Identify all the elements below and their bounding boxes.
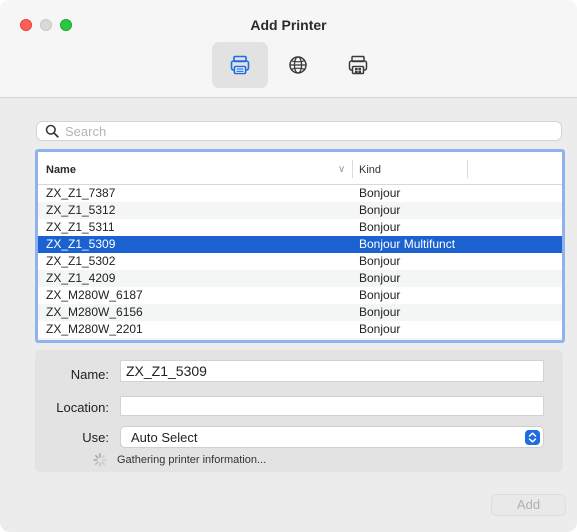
printer-name: ZX_M280W_6187 <box>46 288 143 302</box>
column-divider[interactable] <box>467 160 468 178</box>
printer-name: ZX_M280W_6156 <box>46 305 143 319</box>
printer-row[interactable]: ZX_Z1_4209 Bonjour <box>38 270 562 287</box>
search-icon <box>45 124 59 138</box>
printer-name: ZX_Z1_5309 <box>46 237 116 251</box>
printer-row[interactable]: ZX_Z1_5311 Bonjour <box>38 219 562 236</box>
location-label: Location: <box>56 400 109 415</box>
search-field[interactable] <box>36 121 562 141</box>
column-divider[interactable] <box>352 160 353 178</box>
ip-globe-icon <box>289 56 307 74</box>
default-printers-tab[interactable] <box>212 42 268 88</box>
column-header-name[interactable]: Name <box>46 164 76 176</box>
name-label: Name: <box>70 367 109 382</box>
printer-row[interactable]: ZX_Z1_5312 Bonjour <box>38 202 562 219</box>
printer-row[interactable]: ZX_Z1_7387 Bonjour <box>38 185 562 202</box>
printer-kind: Bonjour <box>359 322 401 336</box>
printer-kind: Bonjour <box>359 271 401 285</box>
status-text: Gathering printer information... <box>117 454 267 466</box>
default-printer-icon <box>230 55 250 75</box>
printer-kind: Bonjour Multifunct <box>359 237 456 251</box>
printer-name: ZX_M280W_0027 <box>46 338 143 340</box>
search-input[interactable] <box>65 123 545 139</box>
status-line: Gathering printer information... <box>93 453 266 467</box>
windows-printers-tab[interactable] <box>330 42 386 88</box>
chevron-updown-icon[interactable] <box>525 430 540 445</box>
printer-kind: Bonjour <box>359 203 401 217</box>
title-bar: Add Printer <box>0 0 577 98</box>
window-title: Add Printer <box>250 17 327 33</box>
printer-kind: Bonjour <box>359 338 400 340</box>
printer-row[interactable]: ZX_Z1_5302 Bonjour <box>38 253 562 270</box>
printer-row[interactable]: ZX_M280W_2201 Bonjour <box>38 321 562 338</box>
printer-row[interactable]: ZX_Z1_5309 Bonjour Multifunct <box>38 236 562 253</box>
printer-name: ZX_Z1_4209 <box>46 271 116 285</box>
sort-chevron-icon: ∨ <box>338 164 346 175</box>
printer-row[interactable]: ZX_M280W_6156 Bonjour <box>38 304 562 321</box>
printer-name: ZX_M280W_2201 <box>46 322 143 336</box>
printer-name: ZX_Z1_5311 <box>46 220 115 234</box>
printer-row[interactable]: ZX_M280W_6187 Bonjour <box>38 287 562 304</box>
printer-row[interactable]: ZX_M280W_0027 Bonjour <box>38 338 562 340</box>
add-printer-window: Add Printer Search Name ∨ Kind ZX_Z1_738… <box>0 0 577 532</box>
location-field[interactable] <box>120 396 544 416</box>
use-select-value: Auto Select <box>131 430 198 445</box>
windows-printer-icon <box>348 55 368 75</box>
printer-name: ZX_Z1_7387 <box>46 186 116 200</box>
printer-kind: Bonjour <box>359 305 401 319</box>
list-header: Name ∨ Kind <box>38 152 562 185</box>
name-field[interactable]: ZX_Z1_5309 <box>120 360 544 382</box>
printer-kind: Bonjour <box>359 186 401 200</box>
printer-kind: Bonjour <box>359 288 401 302</box>
spinner-icon <box>93 453 107 467</box>
use-driver-select[interactable]: Auto Select <box>120 426 544 448</box>
printer-rows: ZX_Z1_7387 Bonjour ZX_Z1_5312 Bonjour ZX_Z1_… <box>38 185 562 340</box>
printer-details-form: Name: ZX_Z1_5309 Location: Use: Auto Sel… <box>35 350 563 472</box>
add-button[interactable]: Add <box>491 494 566 516</box>
printer-list[interactable]: Name ∨ Kind ZX_Z1_7387 Bonjour ZX_Z1_5312 B… <box>35 149 565 343</box>
column-header-kind[interactable]: Kind <box>359 164 381 176</box>
printer-kind: Bonjour <box>359 220 401 234</box>
printer-name: ZX_Z1_5312 <box>46 203 116 217</box>
printer-name: ZX_Z1_5302 <box>46 254 116 268</box>
use-label: Use: <box>82 430 109 445</box>
printer-kind: Bonjour <box>359 254 401 268</box>
ip-printers-tab[interactable] <box>270 42 326 88</box>
